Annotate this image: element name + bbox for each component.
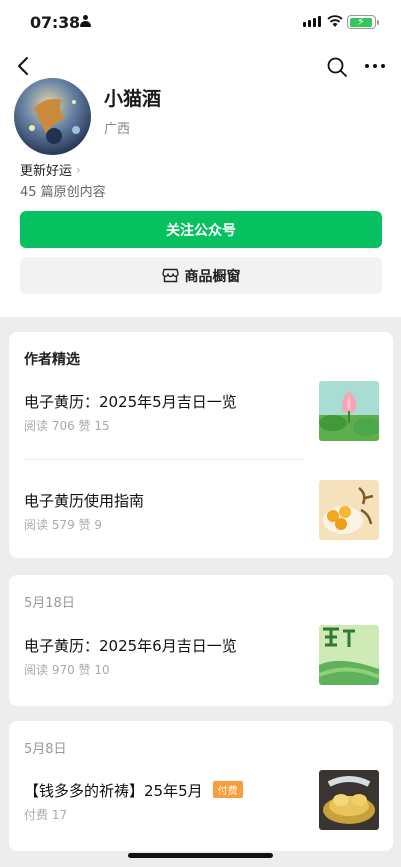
article-item[interactable]: 电子黄历：2025年6月吉日一览 阅读 970 赞 10 — [9, 625, 393, 695]
article-title: 电子黄历：2025年6月吉日一览 — [24, 637, 237, 655]
article-item[interactable]: 电子黄历使用指南 阅读 579 赞 9 — [9, 480, 393, 550]
avatar[interactable] — [14, 78, 91, 155]
home-indicator[interactable] — [128, 853, 273, 858]
battery-icon: ⚡ — [347, 15, 379, 29]
status-bar: 07:38 ⚡ — [0, 0, 401, 44]
divider — [24, 459, 304, 460]
article-meta: 付费 17 — [24, 808, 68, 822]
back-icon[interactable] — [14, 56, 34, 76]
article-title: 电子黄历使用指南 — [24, 492, 145, 510]
account-signature[interactable]: 更新好运 › — [20, 160, 81, 180]
search-icon[interactable] — [326, 56, 348, 78]
article-title: 电子黄历：2025年5月吉日一览 — [24, 393, 237, 411]
article-meta: 阅读 579 赞 9 — [24, 518, 102, 532]
article-thumbnail — [319, 770, 379, 830]
shop-window-button[interactable]: 商品橱窗 — [20, 257, 382, 294]
featured-card: 作者精选 电子黄历：2025年5月吉日一览 阅读 706 赞 15 电子黄历使用… — [9, 332, 393, 558]
signal-icon — [303, 16, 321, 27]
chevron-right-icon: › — [76, 162, 81, 177]
status-time: 07:38 — [30, 13, 80, 32]
article-title: 【钱多多的祈祷】25年5月 — [24, 782, 203, 800]
shop-icon — [161, 268, 179, 283]
post-date: 5月8日 — [24, 742, 67, 757]
follow-button[interactable]: 关注公众号 — [20, 211, 382, 248]
account-region: 广西 — [104, 122, 131, 137]
profile-header: 小猫酒 广西 更新好运 › 45 篇原创内容 关注公众号 商品橱窗 — [0, 44, 401, 317]
original-count: 45 篇原创内容 — [20, 185, 106, 200]
feed-card: 5月8日 【钱多多的祈祷】25年5月 付费 付费 17 — [9, 721, 393, 851]
article-meta: 阅读 706 赞 15 — [24, 419, 110, 433]
account-name: 小猫酒 — [104, 88, 162, 110]
article-meta: 阅读 970 赞 10 — [24, 663, 110, 677]
post-date: 5月18日 — [24, 596, 75, 611]
feed-card: 5月18日 电子黄历：2025年6月吉日一览 阅读 970 赞 10 — [9, 575, 393, 706]
article-thumbnail — [319, 625, 379, 685]
article-item[interactable]: 【钱多多的祈祷】25年5月 付费 付费 17 — [9, 770, 393, 840]
featured-title: 作者精选 — [24, 352, 80, 368]
more-icon[interactable] — [363, 56, 387, 76]
person-icon — [80, 15, 91, 27]
wifi-icon — [327, 15, 343, 27]
article-title-row: 【钱多多的祈祷】25年5月 付费 — [24, 780, 243, 801]
shop-label: 商品橱窗 — [184, 268, 241, 285]
paid-badge: 付费 — [212, 781, 243, 798]
article-item[interactable]: 电子黄历：2025年5月吉日一览 阅读 706 赞 15 — [9, 381, 393, 451]
signature-text: 更新好运 — [20, 164, 73, 179]
article-thumbnail — [319, 480, 379, 540]
article-thumbnail — [319, 381, 379, 441]
